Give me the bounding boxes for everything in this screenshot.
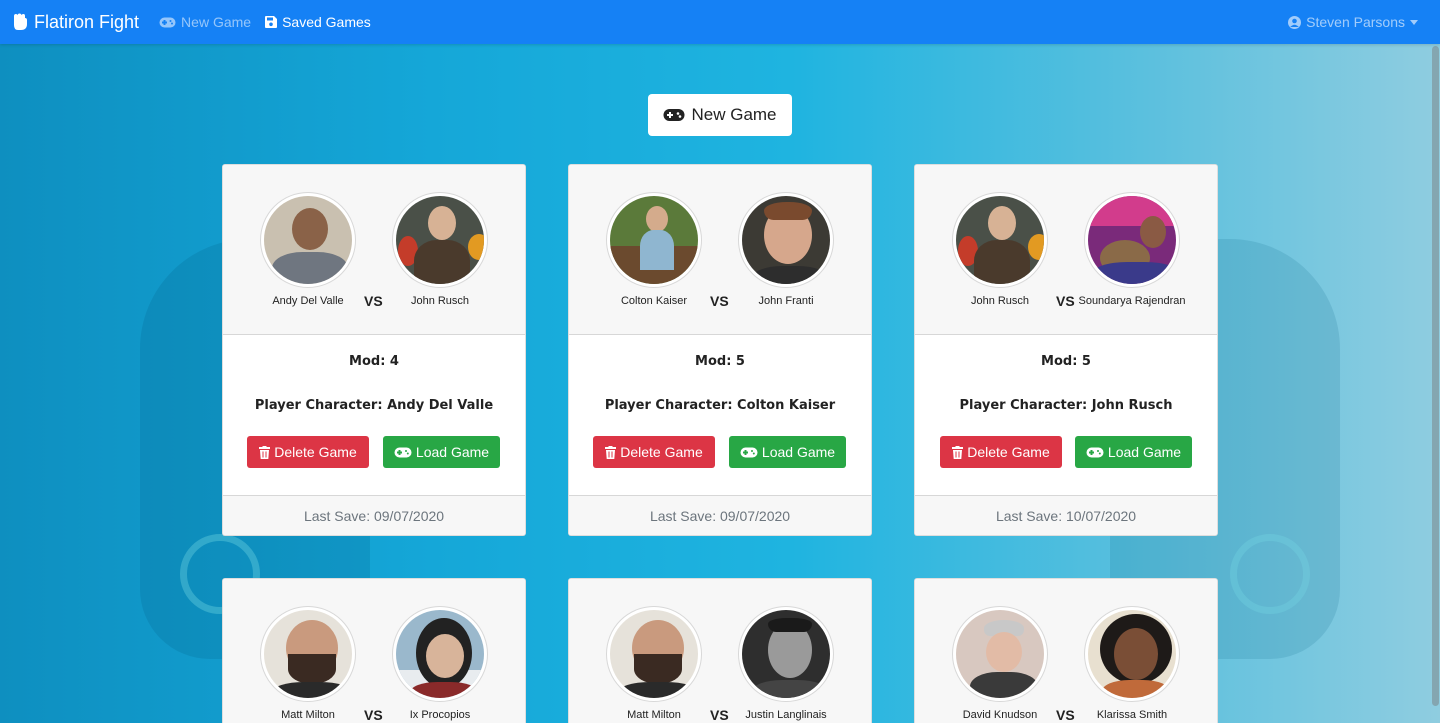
player1-avatar bbox=[260, 606, 356, 702]
saved-game-card: Colton Kaiser VS John Franti Mod: 5 Play… bbox=[568, 164, 872, 536]
user-name: Steven Parsons bbox=[1306, 14, 1405, 30]
saved-game-card: John Rusch VS Soundarya Rajendran Mod: 5… bbox=[914, 164, 1218, 536]
player-character-text: Player Character: Colton Kaiser bbox=[604, 398, 836, 413]
fist-icon bbox=[14, 13, 27, 30]
nav-new-game-label: New Game bbox=[181, 14, 252, 30]
player1-name: Matt Milton bbox=[627, 709, 681, 721]
card-header: David Knudson VS Klarissa Smith bbox=[915, 579, 1217, 723]
player-character-text: Player Character: Andy Del Valle bbox=[254, 398, 494, 413]
player1-avatar bbox=[952, 606, 1048, 702]
player2-avatar bbox=[392, 192, 488, 288]
card-header: Colton Kaiser VS John Franti bbox=[569, 165, 871, 335]
last-save-text: Last Save: 09/07/2020 bbox=[223, 495, 525, 535]
last-save-text: Last Save: 09/07/2020 bbox=[569, 495, 871, 535]
player2-avatar bbox=[1084, 606, 1180, 702]
delete-game-label: Delete Game bbox=[274, 444, 357, 460]
player1-avatar bbox=[606, 606, 702, 702]
brand-link[interactable]: Flatiron Fight bbox=[12, 12, 139, 33]
player2-avatar bbox=[392, 606, 488, 702]
player2-name: John Rusch bbox=[410, 295, 470, 307]
mod-text: Mod: 4 bbox=[349, 354, 399, 369]
player2-avatar bbox=[1084, 192, 1180, 288]
delete-game-button[interactable]: Delete Game bbox=[593, 436, 715, 468]
trash-icon bbox=[952, 445, 964, 459]
nav-new-game[interactable]: New Game bbox=[159, 14, 251, 30]
gamepad-icon bbox=[1086, 447, 1104, 457]
player-character-text: Player Character: John Rusch bbox=[959, 398, 1173, 413]
player1-avatar bbox=[606, 192, 702, 288]
save-icon bbox=[265, 16, 278, 28]
player2-name: Klarissa Smith bbox=[1096, 709, 1168, 721]
player2-avatar bbox=[738, 606, 834, 702]
player1-name: Andy Del Valle bbox=[272, 295, 344, 307]
load-game-label: Load Game bbox=[415, 444, 490, 460]
user-circle-icon bbox=[1288, 15, 1302, 29]
saved-game-card: Matt Milton VS Justin Langlinais bbox=[568, 578, 872, 723]
saved-game-card: Matt Milton VS Ix Procopios bbox=[222, 578, 526, 723]
load-game-label: Load Game bbox=[761, 444, 836, 460]
card-body: Mod: 5 Player Character: Colton Kaiser D… bbox=[569, 335, 871, 495]
load-game-button[interactable]: Load Game bbox=[1075, 436, 1192, 468]
page-scrollbar[interactable] bbox=[1432, 46, 1439, 706]
mod-text: Mod: 5 bbox=[1041, 354, 1091, 369]
card-header: Matt Milton VS Ix Procopios bbox=[223, 579, 525, 723]
nav-saved-games-label: Saved Games bbox=[282, 14, 371, 30]
gamepad-icon bbox=[663, 109, 685, 121]
player1-name: John Rusch bbox=[970, 295, 1030, 307]
card-header: Matt Milton VS Justin Langlinais bbox=[569, 579, 871, 723]
delete-game-label: Delete Game bbox=[620, 444, 703, 460]
gamepad-icon bbox=[740, 447, 758, 457]
user-dropdown[interactable]: Steven Parsons bbox=[1288, 14, 1418, 30]
player1-avatar bbox=[260, 192, 356, 288]
gamepad-icon bbox=[159, 17, 176, 27]
player1-name: Matt Milton bbox=[281, 709, 335, 721]
nav-saved-games[interactable]: Saved Games bbox=[265, 14, 371, 30]
player1-name: Colton Kaiser bbox=[620, 295, 688, 307]
player2-name: Soundarya Rajendran bbox=[1078, 295, 1186, 307]
card-header: John Rusch VS Soundarya Rajendran bbox=[915, 165, 1217, 335]
new-game-label: New Game bbox=[691, 105, 777, 124]
last-save-text: Last Save: 10/07/2020 bbox=[915, 495, 1217, 535]
top-navbar: Flatiron Fight New Game Saved Games Stev… bbox=[0, 0, 1440, 44]
card-header: Andy Del Valle VS John Rusch bbox=[223, 165, 525, 335]
new-game-button[interactable]: New Game bbox=[648, 94, 792, 136]
player2-name: Justin Langlinais bbox=[745, 709, 827, 721]
brand-name: Flatiron Fight bbox=[34, 11, 140, 32]
load-game-label: Load Game bbox=[1107, 444, 1182, 460]
player2-name: John Franti bbox=[758, 295, 814, 307]
delete-game-button[interactable]: Delete Game bbox=[247, 436, 369, 468]
load-game-button[interactable]: Load Game bbox=[729, 436, 846, 468]
player2-name: Ix Procopios bbox=[409, 709, 471, 721]
saved-game-card: David Knudson VS Klarissa Smith bbox=[914, 578, 1218, 723]
gamepad-icon bbox=[394, 447, 412, 457]
load-game-button[interactable]: Load Game bbox=[383, 436, 500, 468]
mod-text: Mod: 5 bbox=[695, 354, 745, 369]
player1-avatar bbox=[952, 192, 1048, 288]
trash-icon bbox=[259, 445, 271, 459]
card-body: Mod: 4 Player Character: Andy Del Valle … bbox=[223, 335, 525, 495]
player1-name: David Knudson bbox=[962, 709, 1038, 721]
delete-game-button[interactable]: Delete Game bbox=[940, 436, 1062, 468]
card-body: Mod: 5 Player Character: John Rusch Dele… bbox=[915, 335, 1217, 495]
trash-icon bbox=[605, 445, 617, 459]
player2-avatar bbox=[738, 192, 834, 288]
saved-game-card: Andy Del Valle VS John Rusch Mod: 4 Play… bbox=[222, 164, 526, 536]
delete-game-label: Delete Game bbox=[967, 444, 1050, 460]
caret-down-icon bbox=[1410, 19, 1418, 25]
